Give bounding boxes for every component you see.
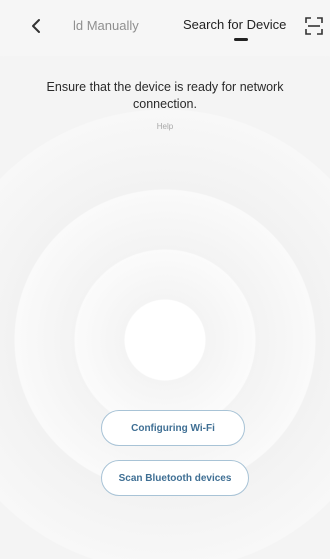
scan-icon <box>305 17 323 35</box>
back-button[interactable] <box>26 14 46 38</box>
scan-button[interactable] <box>304 15 324 37</box>
tab-add-manually[interactable]: ld Manually <box>73 18 139 33</box>
scan-bluetooth-button[interactable]: Scan Bluetooth devices <box>101 460 249 496</box>
instruction-text: Ensure that the device is ready for netw… <box>46 80 284 111</box>
active-tab-indicator <box>234 38 248 41</box>
top-bar: ld Manually Search for Device <box>0 0 330 56</box>
tab-search-for-device[interactable]: Search for Device <box>183 17 301 32</box>
configure-wifi-button[interactable]: Configuring Wi-Fi <box>101 410 245 446</box>
add-device-screen: ld Manually Search for Device Ensure tha… <box>0 0 330 559</box>
help-link[interactable]: Help <box>140 122 190 131</box>
chevron-left-icon <box>32 19 40 33</box>
